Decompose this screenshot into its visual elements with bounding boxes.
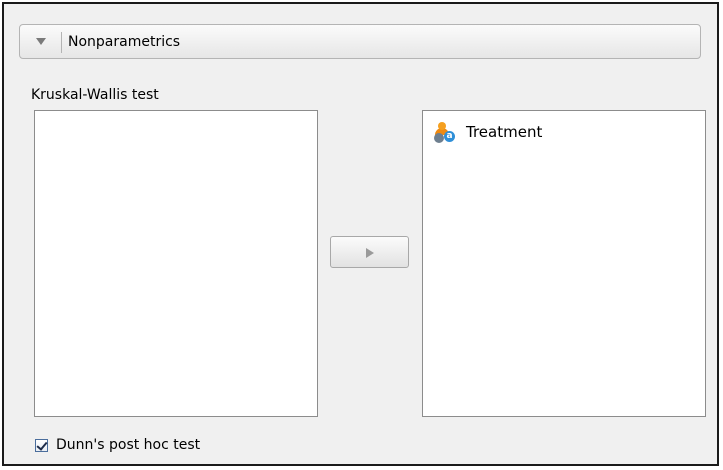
right-arrow-icon bbox=[366, 248, 374, 258]
list-item-treatment[interactable]: a Treatment bbox=[433, 121, 542, 143]
nominal-text-variable-icon: a bbox=[433, 121, 457, 143]
variable-label: Treatment bbox=[466, 123, 543, 141]
header-divider bbox=[61, 32, 62, 53]
dunn-post-hoc-label: Dunn's post hoc test bbox=[56, 437, 201, 453]
checkmark-icon bbox=[36, 438, 48, 451]
available-variables-list[interactable]: a Treatment bbox=[422, 110, 706, 417]
kruskal-wallis-variables-list[interactable] bbox=[34, 110, 318, 417]
section-title: Nonparametrics bbox=[68, 34, 181, 50]
assign-variable-button[interactable] bbox=[330, 236, 409, 268]
nonparametrics-section-header[interactable]: Nonparametrics bbox=[19, 24, 701, 59]
dunn-post-hoc-option[interactable]: Dunn's post hoc test bbox=[35, 436, 200, 454]
kruskal-wallis-label: Kruskal-Wallis test bbox=[31, 87, 159, 103]
collapse-triangle-icon[interactable] bbox=[36, 38, 46, 45]
dunn-post-hoc-checkbox[interactable] bbox=[35, 438, 48, 452]
